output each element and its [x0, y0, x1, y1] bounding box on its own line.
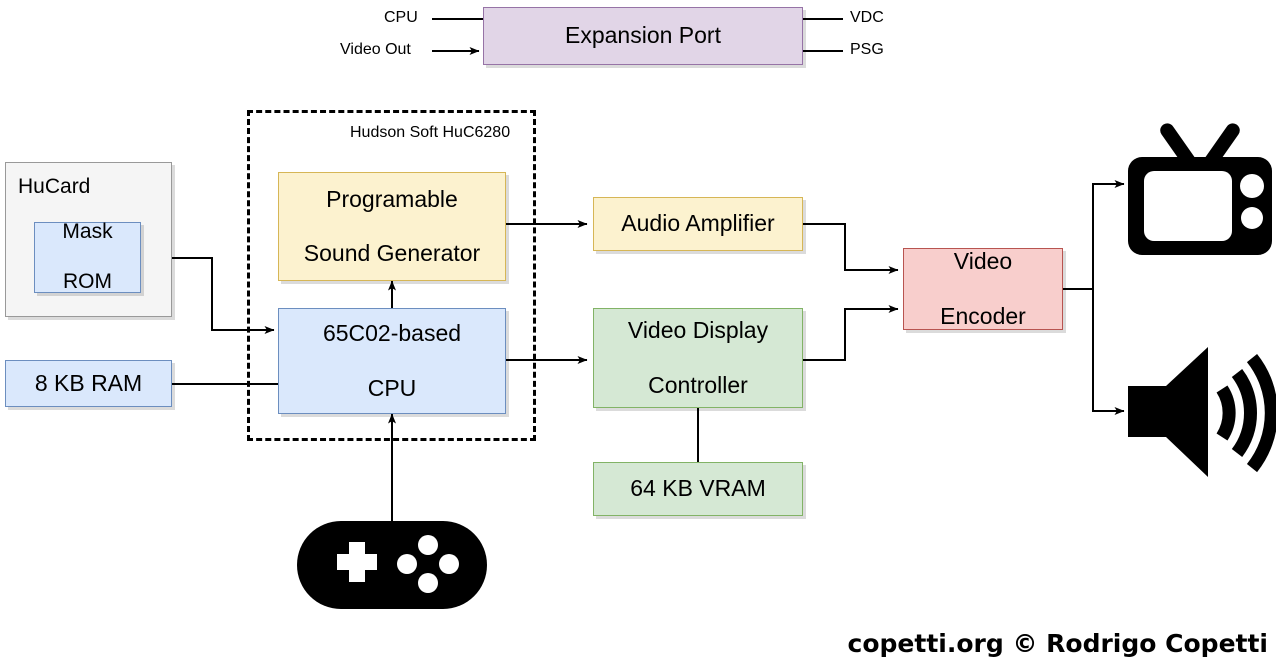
mask-rom-label: Mask ROM — [54, 220, 120, 294]
expansion-left-port-video-out: Video Out — [340, 41, 411, 58]
tv-icon — [1124, 113, 1276, 259]
speaker-icon — [1124, 341, 1278, 483]
video-encoder-label-line1: Video — [953, 248, 1013, 275]
video-display-controller-block[interactable]: Video Display Controller — [593, 308, 803, 408]
mask-rom-block[interactable]: Mask ROM — [34, 220, 141, 294]
vdc-label-line2: Controller — [648, 371, 748, 398]
vdc-label: Video Display Controller — [620, 317, 776, 398]
credit-text: copetti.org © Rodrigo Copetti — [847, 629, 1268, 658]
huc6280-chip-label: Hudson Soft HuC6280 — [350, 124, 511, 141]
video-encoder-label: Video Encoder — [932, 248, 1034, 329]
expansion-port-label: Expansion Port — [565, 22, 721, 49]
vdc-label-line1: Video Display — [627, 317, 769, 344]
audio-amplifier-block[interactable]: Audio Amplifier — [593, 197, 803, 251]
mask-rom-label-line2: ROM — [63, 269, 112, 293]
video-encoder-label-line2: Encoder — [940, 302, 1026, 329]
psg-label-line2: Sound Generator — [303, 240, 481, 267]
psg-label: Programable Sound Generator — [296, 186, 488, 267]
wire-encoder-to-speaker — [1092, 289, 1125, 415]
hucard-label: HuCard — [18, 175, 91, 198]
mask-rom-label-line1: Mask — [62, 220, 113, 244]
vram-block[interactable]: 64 KB VRAM — [593, 462, 803, 516]
diagram-canvas: Expansion Port CPU Video Out VDC PSG HuC… — [0, 0, 1286, 664]
audio-amplifier-label: Audio Amplifier — [621, 210, 775, 237]
cpu-label: 65C02-based CPU — [315, 320, 469, 401]
cpu-label-line1: 65C02-based — [322, 320, 462, 347]
video-encoder-block[interactable]: Video Encoder — [903, 248, 1063, 330]
psg-block[interactable]: Programable Sound Generator — [278, 172, 506, 281]
psg-label-line1: Programable — [326, 185, 458, 212]
expansion-right-port-psg: PSG — [850, 41, 884, 58]
wire-encoder-to-tv — [1092, 180, 1125, 289]
expansion-left-port-cpu: CPU — [384, 9, 418, 26]
ram-block[interactable]: 8 KB RAM — [5, 360, 172, 407]
cpu-block[interactable]: 65C02-based CPU — [278, 308, 506, 414]
expansion-right-port-vdc: VDC — [850, 9, 884, 26]
vram-label: 64 KB VRAM — [630, 475, 766, 502]
cpu-label-line2: CPU — [367, 374, 417, 401]
expansion-port-block[interactable]: Expansion Port — [483, 7, 803, 65]
ram-label: 8 KB RAM — [34, 369, 143, 396]
wire-vdc-to-encoder — [803, 305, 899, 361]
gamepad-icon — [297, 521, 487, 609]
wire-audioamp-to-encoder — [803, 223, 899, 274]
